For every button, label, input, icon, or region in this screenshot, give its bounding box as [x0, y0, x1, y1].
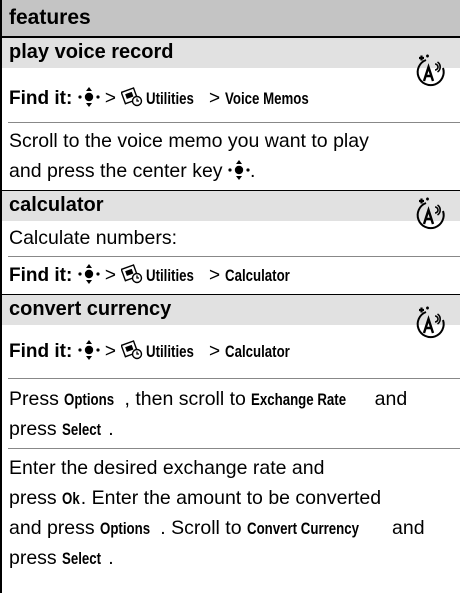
currency-step-2-line-4: press Select.: [9, 543, 114, 574]
key-select: Select: [62, 549, 102, 568]
section-title-bar-calculator: calculator: [2, 191, 460, 221]
key-select: Select: [62, 420, 102, 439]
network-feature-icon: [415, 54, 449, 88]
utilities-menu-icon: [121, 264, 143, 284]
text: Press: [9, 388, 59, 410]
divider: [8, 448, 460, 449]
key-options: Options: [64, 390, 115, 409]
instruction-text: and press the center key: [9, 160, 223, 182]
features-table: features play voice record Find it: > Ut…: [0, 0, 460, 593]
network-feature-icon: [415, 306, 449, 340]
center-key-icon: [78, 339, 100, 361]
text: and press: [9, 517, 95, 539]
key-exchange-rate: Exchange Rate: [251, 390, 347, 409]
currency-step-1-line-1: Press Options , then scroll to Exchange R…: [9, 384, 407, 415]
find-it-voice-memos: Find it: > Utilities > Voice Memos: [9, 86, 329, 110]
path-calculator: Calculator: [225, 342, 291, 361]
path-separator: >: [104, 265, 116, 286]
divider: [8, 256, 460, 257]
table-header-title: features: [9, 6, 91, 29]
table-header: features: [2, 0, 460, 38]
path-separator: >: [104, 88, 116, 109]
text: .: [108, 418, 114, 440]
path-calculator: Calculator: [225, 266, 291, 285]
text: , then scroll to: [124, 388, 246, 410]
currency-step-2-line-1: Enter the desired exchange rate and: [9, 457, 325, 479]
voice-memo-instruction-line-2: and press the center key .: [9, 159, 256, 182]
key-options: Options: [100, 519, 151, 538]
path-utilities: Utilities: [146, 89, 195, 108]
divider: [8, 122, 460, 123]
text: press: [9, 547, 57, 569]
path-separator: >: [208, 341, 221, 362]
text: press: [9, 487, 57, 509]
text: press: [9, 418, 57, 440]
calculator-intro: Calculate numbers:: [9, 227, 177, 249]
network-feature-icon: [415, 197, 449, 231]
currency-step-1-line-2: press Select.: [9, 414, 114, 445]
key-ok: Ok: [62, 489, 80, 508]
path-separator: >: [208, 265, 221, 286]
center-key-icon: [228, 159, 250, 181]
section-title-convert-currency: convert currency: [9, 298, 172, 320]
text: .: [108, 547, 114, 569]
path-voice-memos: Voice Memos: [225, 89, 310, 108]
text: and: [392, 517, 425, 539]
text: . Scroll to: [160, 517, 242, 539]
section-title-bar-voice-record: play voice record: [2, 38, 460, 68]
find-it-label: Find it:: [9, 341, 73, 362]
find-it-calculator: Find it: > Utilities > Calculator: [9, 263, 304, 287]
path-utilities: Utilities: [146, 342, 195, 361]
center-key-icon: [78, 86, 100, 108]
section-title-bar-convert-currency: convert currency: [2, 295, 460, 325]
center-key-icon: [78, 263, 100, 285]
text: . Enter the amount to be converted: [80, 487, 382, 509]
path-separator: >: [208, 88, 221, 109]
utilities-menu-icon: [121, 340, 143, 360]
section-title-voice-record: play voice record: [9, 41, 174, 63]
text: and: [374, 388, 408, 410]
key-convert-currency: Convert Currency: [246, 519, 359, 538]
section-title-calculator: calculator: [9, 194, 104, 216]
find-it-label: Find it:: [9, 88, 73, 109]
path-separator: >: [104, 341, 116, 362]
path-utilities: Utilities: [146, 266, 195, 285]
find-it-convert-currency: Find it: > Utilities > Calculator: [9, 339, 304, 363]
find-it-label: Find it:: [9, 265, 73, 286]
currency-step-2-line-3: and press Options . Scroll to Convert Cur…: [9, 513, 425, 544]
currency-step-2-line-2: press Ok. Enter the amount to be convert…: [9, 483, 381, 514]
voice-memo-instruction-line-1: Scroll to the voice memo you want to pla…: [9, 130, 369, 152]
utilities-menu-icon: [121, 87, 143, 107]
divider: [8, 378, 460, 379]
